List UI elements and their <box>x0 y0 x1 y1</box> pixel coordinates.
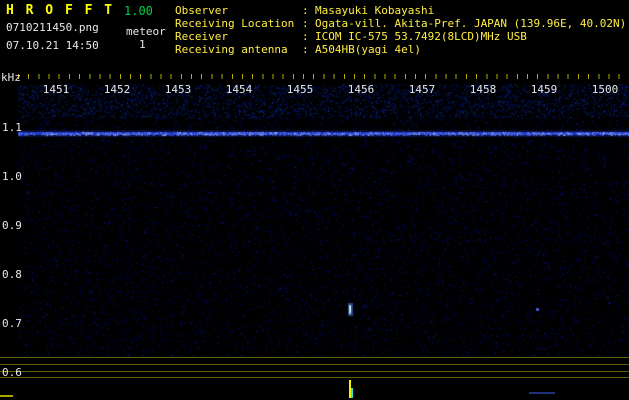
y-tick-label: 1.0 <box>2 170 22 183</box>
x-tick-label: 1457 <box>408 83 436 96</box>
x-tick-label: 1456 <box>347 83 375 96</box>
receiver-value: ICOM IC-575 53.7492(8LCD)MHz USB <box>315 30 527 43</box>
signal-level-meter <box>0 357 629 378</box>
meter-gridline <box>0 357 629 358</box>
meteor-count: 1 <box>139 38 146 51</box>
x-tick-label: 1454 <box>225 83 253 96</box>
x-tick-label: 1459 <box>530 83 558 96</box>
colon: : <box>302 4 309 17</box>
receiver-label: Receiver <box>175 30 228 43</box>
y-tick-label: 0.8 <box>2 268 22 281</box>
station-info: Observer : Masayuki Kobayashi Receiving … <box>175 4 626 56</box>
y-tick-label: 0.9 <box>2 219 22 232</box>
location-value: Ogata-vill. Akita-Pref. JAPAN (139.96E, … <box>315 17 627 30</box>
y-tick-label: 0.7 <box>2 317 22 330</box>
app-title: H R O F F T <box>6 3 115 18</box>
mode-label: meteor <box>126 25 166 38</box>
observer-value: Masayuki Kobayashi <box>315 4 435 17</box>
app-version: 1.00 <box>124 4 153 18</box>
y-axis-labels: 1.1 1.0 0.9 0.8 0.7 0.6 <box>0 0 22 400</box>
x-tick-label: 1455 <box>286 83 314 96</box>
meter-gridline <box>0 371 629 372</box>
x-tick-label: 1500 <box>591 83 619 96</box>
info-row-observer: Observer : Masayuki Kobayashi <box>175 4 626 17</box>
x-tick-label: 1452 <box>103 83 131 96</box>
y-tick-label: 1.1 <box>2 121 22 134</box>
colon: : <box>302 17 309 30</box>
location-label: Receiving Location <box>175 17 295 30</box>
x-tick-label: 1451 <box>42 83 70 96</box>
colon: : <box>302 43 309 56</box>
event-strip <box>0 378 629 400</box>
meter-gridline <box>0 364 629 365</box>
output-filename: 0710211450.png <box>6 21 99 34</box>
spectrogram-canvas <box>18 84 629 357</box>
hrofft-window: H R O F F T 1.00 0710211450.png meteor 1… <box>0 0 629 400</box>
colon: : <box>302 30 309 43</box>
info-row-receiver: Receiver : ICOM IC-575 53.7492(8LCD)MHz … <box>175 30 626 43</box>
y-tick-label: 0.6 <box>2 366 22 379</box>
x-tick-label: 1453 <box>164 83 192 96</box>
meteor-event-spike-cyan <box>351 388 353 398</box>
antenna-label: Receiving antenna <box>175 43 288 56</box>
x-tick-label: 1458 <box>469 83 497 96</box>
antenna-value: A504HB(yagi 4el) <box>315 43 421 56</box>
info-row-antenna: Receiving antenna : A504HB(yagi 4el) <box>175 43 626 56</box>
x-axis-labels: 1451 1452 1453 1454 1455 1456 1457 1458 1459 1500 <box>0 83 629 96</box>
timestamp: 07.10.21 14:50 <box>6 39 99 52</box>
faint-event-mark <box>529 392 555 394</box>
time-tick-marks <box>18 74 629 79</box>
info-row-location: Receiving Location : Ogata-vill. Akita-P… <box>175 17 626 30</box>
observer-label: Observer <box>175 4 228 17</box>
